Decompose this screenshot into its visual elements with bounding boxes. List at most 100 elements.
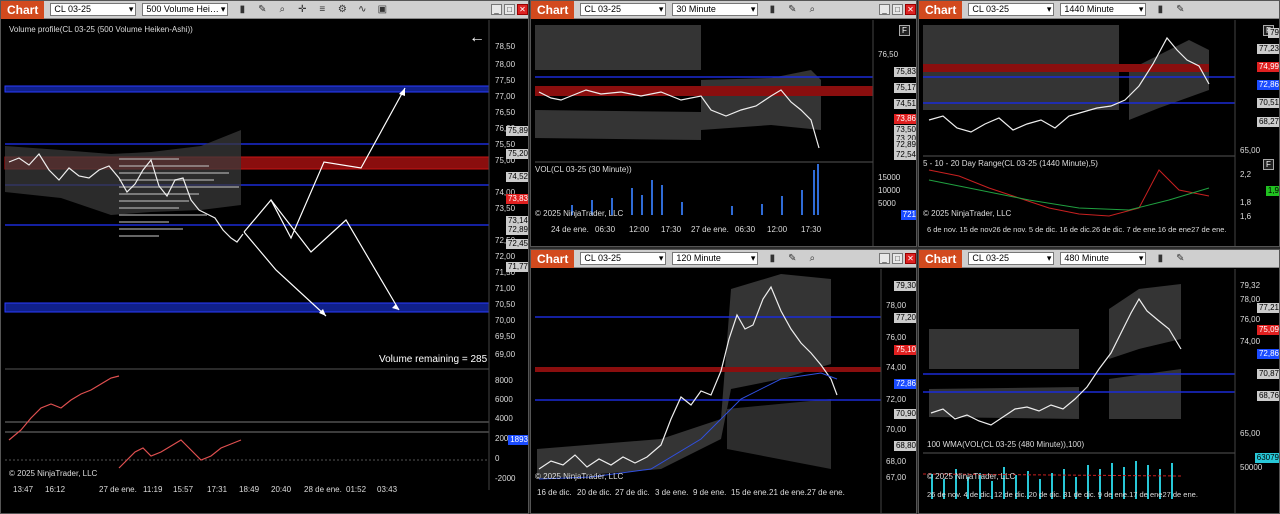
maximize-button[interactable]: □ [504, 4, 515, 15]
draw-icon[interactable]: ✎ [786, 253, 798, 264]
price-axis[interactable]: 78,50 78,00 77,50 77,00 76,50 76,00 75,5… [493, 20, 528, 490]
volume-label: 721 [900, 210, 916, 220]
time-axis[interactable]: 16 de dic. 20 de dic. 27 de dic. 3 de en… [531, 488, 882, 502]
current-price-label: 73,83 [505, 194, 528, 204]
price-label: 77,23 [1256, 44, 1279, 54]
chart-tab[interactable]: Chart [919, 250, 963, 268]
price-label: 72,86 [893, 379, 916, 389]
chart-window-30min: Chart CL 03-25 30 Minute ▮ ✎ ⌕ _ □ ✕ F V… [530, 0, 917, 247]
price-label: 75,89 [505, 126, 528, 136]
window-toolbar: Chart CL 03-25 120 Minute ▮ ✎ ⌕ _ □ ✕ [531, 250, 916, 268]
price-label: 72,89 [505, 225, 528, 235]
current-price-label: 73,86 [893, 114, 916, 124]
window-toolbar: Chart CL 03-25 1440 Minute ▮ ✎ [919, 1, 1279, 19]
window-toolbar: Chart CL 03-25 480 Minute ▮ ✎ [919, 250, 1279, 268]
price-label: 72,45 [505, 239, 528, 249]
zoom-icon[interactable]: ⌕ [806, 253, 818, 264]
price-label: 70,90 [893, 409, 916, 419]
strategy-icon[interactable]: ⚙ [336, 4, 348, 15]
draw-icon[interactable]: ✎ [1174, 253, 1186, 264]
minimize-button[interactable]: _ [879, 253, 890, 264]
instrument-selector[interactable]: CL 03-25 [50, 3, 137, 16]
instrument-selector[interactable]: CL 03-25 [580, 252, 667, 265]
time-axis[interactable]: 24 de ene. 06:30 12:00 17:30 27 de ene. … [531, 225, 874, 239]
volume-label: 63079 [1254, 453, 1279, 463]
window-toolbar: Chart CL 03-25 30 Minute ▮ ✎ ⌕ _ □ ✕ [531, 1, 916, 19]
bars-icon[interactable]: ▮ [766, 4, 778, 15]
range-line-green [928, 179, 1210, 211]
copyright: © 2025 NinjaTrader, LLC [927, 472, 1016, 481]
time-axis[interactable]: 6 de nov. 15 de nov26 de nov. 5 de dic. … [927, 225, 1227, 234]
resistance-zone-upper [4, 85, 490, 93]
price-label: 68,80 [893, 441, 916, 451]
chart-window-480min: Chart CL 03-25 480 Minute ▮ ✎ 100 WMA(VO… [918, 249, 1280, 514]
chart-tab[interactable]: Chart [919, 1, 963, 19]
close-button[interactable]: ✕ [905, 253, 916, 264]
bars-icon[interactable]: ▮ [1154, 4, 1166, 15]
instrument-selector[interactable]: CL 03-25 [580, 3, 667, 16]
oscillator-line [8, 375, 120, 441]
price-label: 70,87 [1256, 369, 1279, 379]
indicator-title: Volume profile(CL 03-25 (500 Volume Heik… [9, 25, 193, 34]
current-price-label: 75,09 [1256, 325, 1279, 335]
time-axis[interactable]: 26 de nov. 4 de dic. 12 de dic. 20 de di… [927, 490, 1198, 499]
price-label: 68,27 [1256, 117, 1279, 127]
price-label: 75,83 [893, 67, 916, 77]
oscillator-line [118, 439, 242, 469]
snapshot-icon[interactable]: ▣ [376, 4, 388, 15]
indicator-label: 1,9 [1265, 186, 1279, 196]
price-panel[interactable] [1, 20, 529, 514]
support-zone-lower [4, 302, 490, 313]
time-axis[interactable]: 13:47 16:12 27 de ene. 11:19 15:57 17:31… [1, 485, 491, 499]
price-axis[interactable]: 79,32 78,00 77,21 76,00 75,09 74,00 72,8… [1236, 269, 1279, 497]
chart-window-daily: Chart CL 03-25 1440 Minute ▮ ✎ F F 5 - 1… [918, 0, 1280, 247]
copyright: © 2025 NinjaTrader, LLC [923, 209, 1012, 218]
price-label: 68,76 [1256, 391, 1279, 401]
current-price-label: 75,10 [893, 345, 916, 355]
price-axis[interactable]: 79,30 78,00 77,20 76,00 75,10 74,00 72,8… [882, 269, 916, 497]
price-axis[interactable]: 79 77,23 74,99 72,86 70,51 68,27 65,00 2… [1236, 20, 1279, 230]
copyright: © 2025 NinjaTrader, LLC [9, 469, 98, 478]
price-label: 72,54 [893, 150, 916, 160]
period-selector[interactable]: 120 Minute [672, 252, 759, 265]
close-button[interactable]: ✕ [517, 4, 528, 15]
vol-indicator-title: VOL(CL 03-25 (30 Minute)) [535, 165, 632, 174]
bars-icon[interactable]: ▮ [1154, 253, 1166, 264]
chart-tab[interactable]: Chart [531, 250, 575, 268]
price-label: 72,89 [893, 140, 916, 150]
draw-icon[interactable]: ✎ [786, 4, 798, 15]
chart-tab[interactable]: Chart [531, 1, 575, 19]
crosshair-icon[interactable]: ✛ [296, 4, 308, 15]
chart-tab[interactable]: Chart [1, 1, 45, 19]
resistance-zone-red [923, 64, 1209, 72]
zoom-icon[interactable]: ⌕ [806, 4, 818, 15]
chart-window-120min: Chart CL 03-25 120 Minute ▮ ✎ ⌕ _ □ ✕ © … [530, 249, 917, 514]
zoom-icon[interactable]: ⌕ [276, 4, 288, 15]
minimize-button[interactable]: _ [879, 4, 890, 15]
window-toolbar: Chart CL 03-25 500 Volume Hei… ▮ ✎ ⌕ ✛ ≡… [1, 1, 528, 19]
bars-icon[interactable]: ▮ [236, 4, 248, 15]
close-button[interactable]: ✕ [905, 4, 916, 15]
bars-icon[interactable]: ▮ [766, 253, 778, 264]
minimize-button[interactable]: _ [491, 4, 502, 15]
indicator-icon[interactable]: ∿ [356, 4, 368, 15]
draw-icon[interactable]: ✎ [256, 4, 268, 15]
instrument-selector[interactable]: CL 03-25 [968, 3, 1055, 16]
copyright: © 2025 NinjaTrader, LLC [535, 209, 624, 218]
price-label: 79 [1268, 28, 1279, 38]
back-arrow-icon[interactable]: ← [469, 29, 485, 47]
period-selector[interactable]: 30 Minute [672, 3, 759, 16]
draw-icon[interactable]: ✎ [1174, 4, 1186, 15]
period-selector[interactable]: 480 Minute [1060, 252, 1147, 265]
maximize-button[interactable]: □ [892, 253, 903, 264]
instrument-selector[interactable]: CL 03-25 [968, 252, 1055, 265]
price-axis[interactable]: 76,50 75,83 75,17 74,51 73,86 73,50 73,2… [874, 20, 916, 230]
price-label: 74,52 [505, 172, 528, 182]
period-selector[interactable]: 500 Volume Hei… [142, 3, 229, 16]
period-selector[interactable]: 1440 Minute [1060, 3, 1147, 16]
price-label: 77,21 [1256, 303, 1279, 313]
price-band [727, 399, 831, 469]
maximize-button[interactable]: □ [892, 4, 903, 15]
vol-indicator-title: 100 WMA(VOL(CL 03-25 (480 Minute)),100) [927, 440, 1085, 449]
properties-icon[interactable]: ≡ [316, 4, 328, 15]
